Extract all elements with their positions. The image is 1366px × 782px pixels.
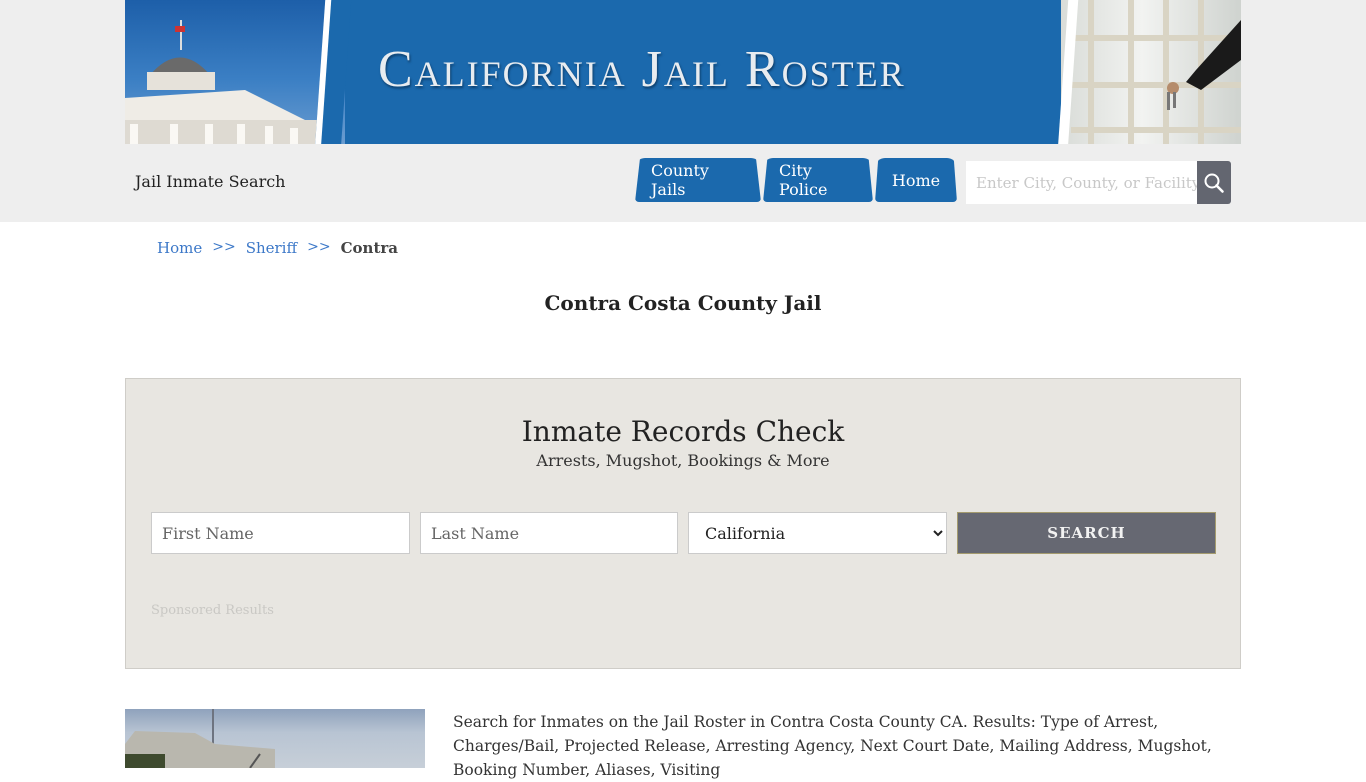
capitol-building-icon bbox=[125, 20, 325, 144]
nav-home[interactable]: Home bbox=[875, 158, 957, 202]
jail-door-photo bbox=[1061, 0, 1241, 144]
jail-building-photo bbox=[125, 709, 425, 768]
nav-city-police[interactable]: City Police bbox=[763, 158, 873, 202]
main-nav: County Jails City Police Home bbox=[635, 158, 959, 202]
description-text: Search for Inmates on the Jail Roster in… bbox=[453, 713, 1212, 779]
breadcrumb-separator: >> bbox=[307, 239, 331, 255]
nav-county-jails[interactable]: County Jails bbox=[635, 158, 761, 202]
last-name-input[interactable] bbox=[420, 512, 678, 554]
site-name[interactable]: Jail Inmate Search bbox=[135, 172, 285, 191]
page-title: Contra Costa County Jail bbox=[544, 291, 822, 315]
site-banner[interactable]: California Jail Roster bbox=[125, 0, 1241, 144]
building-image-icon bbox=[125, 709, 275, 768]
records-subtitle: Arrests, Mugshot, Bookings & More bbox=[536, 451, 830, 470]
breadcrumb: Home >> Sheriff >> Contra bbox=[157, 239, 398, 257]
breadcrumb-sheriff[interactable]: Sheriff bbox=[246, 239, 297, 257]
capitol-photo bbox=[125, 0, 345, 144]
first-name-input[interactable] bbox=[151, 512, 410, 554]
records-title: Inmate Records Check bbox=[521, 415, 845, 448]
breadcrumb-current: Contra bbox=[340, 239, 399, 257]
records-search-button[interactable]: SEARCH bbox=[957, 512, 1216, 554]
search-icon bbox=[1204, 173, 1224, 193]
banner-title: California Jail Roster bbox=[378, 41, 906, 98]
jail-bars-icon bbox=[1071, 0, 1241, 144]
sponsored-label: Sponsored Results bbox=[151, 603, 274, 618]
breadcrumb-home[interactable]: Home bbox=[157, 239, 202, 257]
inmate-records-panel: Inmate Records Check Arrests, Mugshot, B… bbox=[125, 378, 1241, 669]
facility-search-button[interactable] bbox=[1197, 161, 1231, 204]
breadcrumb-separator: >> bbox=[212, 239, 236, 255]
state-select[interactable]: California bbox=[688, 512, 947, 554]
facility-search-input[interactable] bbox=[966, 161, 1198, 204]
